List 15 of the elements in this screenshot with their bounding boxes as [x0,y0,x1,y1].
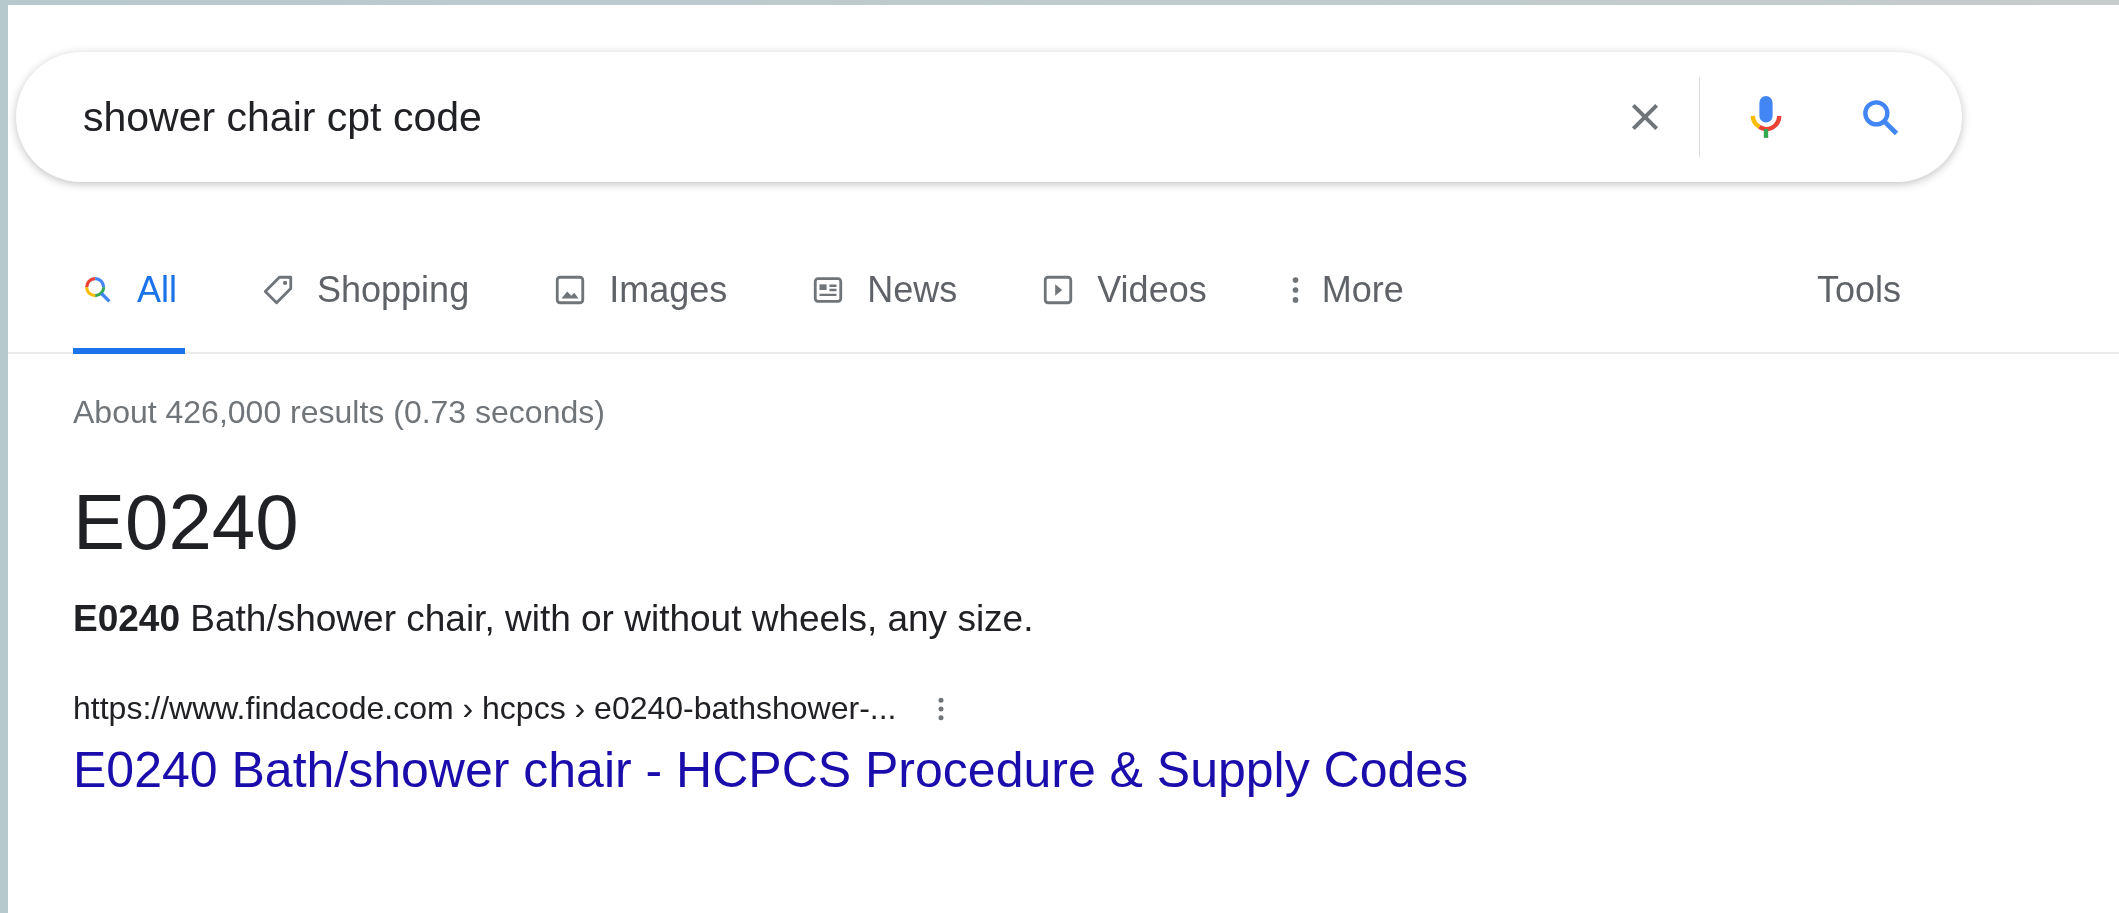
result-stats: About 426,000 results (0.73 seconds) [73,394,606,431]
tab[interactable]: Videos [1033,182,1215,354]
search-bar[interactable]: shower chair cpt code [16,52,1962,182]
tab[interactable]: Shopping [253,182,478,354]
featured-snippet: E0240 Bath/shower chair, with or without wheels, any size. [73,598,1035,640]
tab[interactable]: More [1282,182,1412,354]
result-title-link[interactable]: E0240 Bath/shower chair - HCPCS Procedure & Supply Codes [73,741,2119,799]
tab[interactable]: News [803,182,966,354]
featured-heading: E0240 [73,477,300,568]
tag-icon [261,273,295,307]
search-field[interactable]: shower chair cpt code [83,93,1625,141]
result-url: https://www.findacode.com › hcpcs › e0240-bathshower-... [73,690,897,727]
tab[interactable]: All [73,182,185,354]
tools-tab[interactable]: Tools [1808,182,1909,354]
tab[interactable]: Images [545,182,736,354]
